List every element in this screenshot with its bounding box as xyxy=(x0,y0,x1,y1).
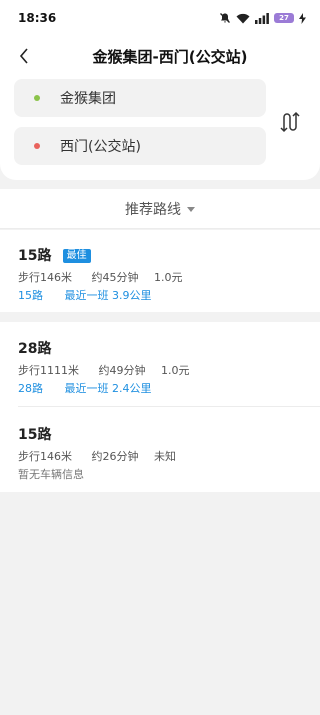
origin-field[interactable]: 金猴集团 xyxy=(14,79,266,117)
duration: 约26分钟 xyxy=(91,450,139,463)
battery-icon: 27 xyxy=(274,13,294,23)
route-option[interactable]: 15路 最佳 步行146米 约45分钟 1.0元 15路 最近一班 3.9公里 xyxy=(18,245,320,325)
origin-dot-icon xyxy=(34,95,40,101)
divider xyxy=(18,406,320,407)
destination-label: 西门(公交站) xyxy=(60,139,141,155)
swap-button[interactable] xyxy=(276,108,304,136)
live-info: 暂无车辆信息 xyxy=(18,466,320,482)
route-name: 28路 xyxy=(18,341,52,357)
route-header: 金猴集团-西门(公交站) 金猴集团 西门(公交站) xyxy=(0,36,320,180)
live-info: 15路 最近一班 3.9公里 xyxy=(18,287,320,303)
route-meta: 步行1111米 约49分钟 1.0元 xyxy=(18,362,320,378)
destination-field[interactable]: 西门(公交站) xyxy=(14,127,266,165)
status-icons: 27 xyxy=(219,12,306,24)
live-info: 28路 最近一班 2.4公里 xyxy=(18,380,320,396)
route-card: 15路 最佳 步行146米 约45分钟 1.0元 15路 最近一班 3.9公里 xyxy=(0,230,320,312)
live-distance: 最近一班 2.4公里 xyxy=(64,382,152,395)
destination-dot-icon xyxy=(34,143,40,149)
back-button[interactable] xyxy=(14,46,34,66)
route-meta: 步行146米 约26分钟 未知 xyxy=(18,448,320,464)
live-bus: 15路 xyxy=(18,289,43,302)
back-arrow-icon xyxy=(19,48,28,64)
route-card: 28路 步行1111米 约49分钟 1.0元 28路 最近一班 2.4公里 15… xyxy=(0,322,320,492)
price: 1.0元 xyxy=(154,271,183,284)
live-bus: 28路 xyxy=(18,382,43,395)
status-bar: 18:36 27 xyxy=(0,0,320,36)
sort-label: 推荐路线 xyxy=(125,201,181,218)
walk-distance: 步行146米 xyxy=(18,271,72,284)
wifi-icon xyxy=(236,13,250,24)
caret-down-icon xyxy=(187,207,195,212)
live-distance: 最近一班 3.9公里 xyxy=(64,289,152,302)
charging-icon xyxy=(299,12,306,24)
sort-dropdown[interactable]: 推荐路线 xyxy=(0,189,320,229)
swap-icon xyxy=(280,111,300,133)
walk-distance: 步行146米 xyxy=(18,450,72,463)
best-badge: 最佳 xyxy=(62,249,91,263)
origin-label: 金猴集团 xyxy=(60,91,116,107)
status-time: 18:36 xyxy=(18,11,57,25)
route-option[interactable]: 15路 步行146米 约26分钟 未知 暂无车辆信息 xyxy=(18,424,320,504)
no-vehicle-info: 暂无车辆信息 xyxy=(18,468,84,481)
duration: 约49分钟 xyxy=(98,364,146,377)
duration: 约45分钟 xyxy=(91,271,139,284)
price: 未知 xyxy=(154,450,176,463)
route-meta: 步行146米 约45分钟 1.0元 xyxy=(18,269,320,285)
page-title: 金猴集团-西门(公交站) xyxy=(92,48,248,66)
mute-bell-icon xyxy=(219,12,231,24)
walk-distance: 步行1111米 xyxy=(18,364,79,377)
route-name: 15路 xyxy=(18,427,52,443)
route-name: 15路 xyxy=(18,248,52,264)
price: 1.0元 xyxy=(161,364,190,377)
signal-icon xyxy=(255,12,269,24)
